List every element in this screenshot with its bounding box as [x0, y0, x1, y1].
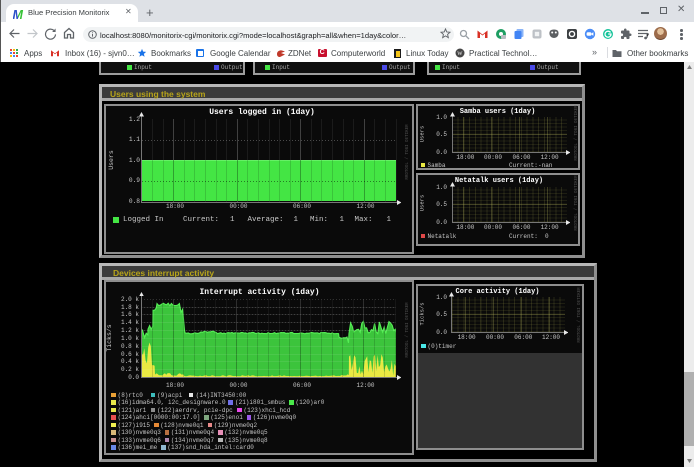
- svg-text:W: W: [457, 51, 463, 57]
- svg-text:M: M: [13, 8, 24, 20]
